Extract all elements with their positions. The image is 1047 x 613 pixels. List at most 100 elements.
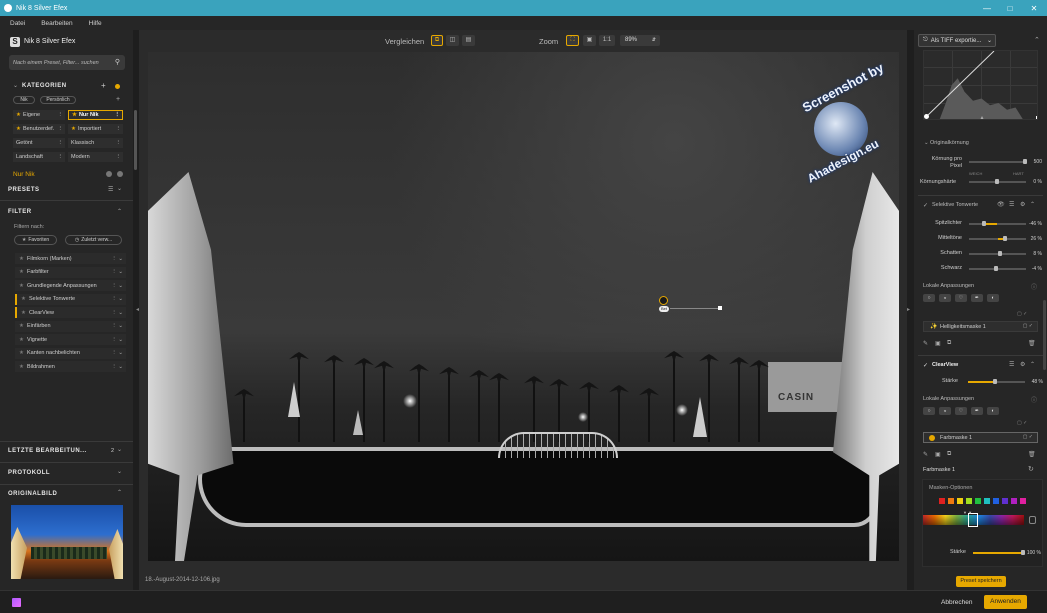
copy-icon[interactable]: ▣: [935, 451, 941, 458]
category-klassisch[interactable]: Klassisch ⋮: [68, 138, 123, 148]
tone-slider-knob[interactable]: [982, 221, 987, 226]
menu-datei[interactable]: Datei: [10, 20, 25, 27]
hue-selector[interactable]: [968, 513, 978, 527]
chevron-up-icon[interactable]: ⌃: [117, 208, 122, 215]
trash-icon[interactable]: 🗑: [1028, 451, 1036, 458]
star-icon[interactable]: ★: [19, 269, 24, 275]
chevron-down-icon[interactable]: ⌄: [13, 82, 18, 89]
collapse-icon[interactable]: ▢ ✓: [1017, 311, 1027, 317]
color-mask-row[interactable]: Farbmaske 1 ▢ ✓: [923, 432, 1038, 443]
eye-icon[interactable]: 👁: [997, 201, 1005, 208]
maximize-button[interactable]: □: [998, 0, 1022, 16]
pen-icon[interactable]: ✒: [971, 294, 983, 302]
fill-screen-icon[interactable]: ▣: [583, 35, 596, 46]
menu-icon[interactable]: ☰: [1009, 201, 1014, 208]
filter-item[interactable]: ★ ClearView ⋮ ⌄: [15, 307, 126, 318]
filter-item[interactable]: ★ Einfärben ⋮ ⌄: [15, 320, 126, 332]
trash-icon[interactable]: 🗑: [1028, 340, 1036, 347]
export-dropdown[interactable]: ⎋ Als TIFF exportie... ⌄: [918, 34, 996, 47]
more-icon[interactable]: ⋮: [58, 154, 64, 160]
pen-icon[interactable]: ✒: [971, 407, 983, 415]
menu-hilfe[interactable]: Hilfe: [89, 20, 102, 27]
more-icon[interactable]: ⋮: [58, 112, 64, 118]
mask-globe-icon[interactable]: ◐: [987, 407, 999, 415]
color-swatch[interactable]: [1011, 498, 1017, 504]
category-eigene[interactable]: ★ Eigene ⋮: [13, 110, 65, 120]
filter-options-icon[interactable]: ⋮ ⌄: [111, 283, 123, 289]
category-get-nt[interactable]: Getönt ⋮: [13, 138, 65, 148]
favorites-button[interactable]: ★ Favoriten: [14, 235, 57, 245]
copy-icon[interactable]: ▣: [935, 340, 941, 347]
mask-check-icon[interactable]: ▢ ✓: [1023, 323, 1033, 329]
control-point[interactable]: [659, 296, 668, 305]
tag-nik[interactable]: Nik: [13, 96, 35, 104]
add-circle-icon[interactable]: [106, 171, 112, 177]
more-icon[interactable]: ⋮: [58, 140, 64, 146]
filter-item[interactable]: ★ Filmkorn (Marken) ⋮ ⌄: [15, 253, 126, 264]
collapse-left-icon[interactable]: ◂: [136, 306, 139, 313]
chevron-up-icon[interactable]: ⌃: [1030, 201, 1035, 208]
help-icon[interactable]: ⓘ: [1031, 282, 1037, 291]
close-button[interactable]: ✕: [1022, 0, 1046, 16]
chevron-down-icon[interactable]: ⌄: [117, 446, 122, 453]
lasso-icon[interactable]: ♡: [955, 294, 967, 302]
search-input[interactable]: Nach einem Preset, Filter... suchen ⚲: [9, 55, 125, 70]
options-circle-icon[interactable]: [117, 171, 123, 177]
hue-spectrum[interactable]: [923, 513, 1024, 527]
menu-icon[interactable]: ☰: [1009, 361, 1014, 368]
color-swatch[interactable]: [1020, 498, 1026, 504]
gear-icon[interactable]: ⚙: [1020, 201, 1025, 208]
star-icon[interactable]: ★: [21, 296, 26, 302]
star-icon[interactable]: ★: [19, 256, 24, 262]
midpoint-marker[interactable]: [980, 116, 984, 119]
add-tag-icon[interactable]: +: [116, 96, 120, 103]
color-swatch[interactable]: [1002, 498, 1008, 504]
mask-check-icon[interactable]: ▢ ✓: [1023, 434, 1033, 440]
chevron-down-icon[interactable]: ⌄: [117, 185, 122, 192]
collapse-right-icon[interactable]: ▸: [907, 306, 910, 313]
brush-icon[interactable]: ○: [923, 407, 935, 415]
apply-button[interactable]: Anwenden: [984, 595, 1027, 609]
filter-item[interactable]: ★ Bildrahmen ⋮ ⌄: [15, 361, 126, 372]
star-icon[interactable]: ★: [19, 350, 24, 356]
menu-bearbeiten[interactable]: Bearbeiten: [41, 20, 72, 27]
zoom-select[interactable]: 89% ⇵: [620, 35, 660, 46]
gradient-icon[interactable]: ◒: [939, 294, 951, 302]
filter-options-icon[interactable]: ⋮ ⌄: [111, 296, 123, 302]
color-swatch[interactable]: [984, 498, 990, 504]
star-icon[interactable]: ★: [19, 337, 24, 343]
right-scrollbar[interactable]: [1043, 300, 1046, 370]
help-icon[interactable]: ⓘ: [1031, 395, 1037, 404]
main-image[interactable]: CASIN Bet Screenshot by Ahadesign.eu: [148, 52, 899, 561]
color-swatch[interactable]: [993, 498, 999, 504]
filter-options-icon[interactable]: ⋮ ⌄: [111, 350, 123, 356]
mask-globe-icon[interactable]: ◐: [987, 294, 999, 302]
color-swatch[interactable]: [966, 498, 972, 504]
collapse-icon[interactable]: ▢ ✓: [1017, 420, 1027, 426]
filter-item[interactable]: ★ Selektive Tonwerte ⋮ ⌄: [15, 293, 126, 305]
more-icon[interactable]: ⋮: [116, 140, 122, 146]
tone-curve[interactable]: [923, 50, 1038, 120]
filter-options-icon[interactable]: ⋮ ⌄: [111, 337, 123, 343]
more-icon[interactable]: ⋮: [116, 154, 122, 160]
color-swatch[interactable]: [939, 498, 945, 504]
category-landschaft[interactable]: Landschaft ⋮: [13, 152, 65, 162]
color-swatch[interactable]: [948, 498, 954, 504]
curve-point-black[interactable]: [924, 114, 929, 119]
control-point-label[interactable]: Bet: [659, 306, 669, 312]
tone-slider[interactable]: [969, 223, 1026, 225]
category-nur-nik[interactable]: ★ Nur Nik ⋮: [68, 110, 123, 120]
range-markers[interactable]: ▼ ▼: [963, 510, 972, 515]
category-benutzerdef-[interactable]: ★ Benutzerdef. ⋮: [13, 124, 65, 134]
brush-icon[interactable]: ○: [923, 294, 935, 302]
star-icon[interactable]: ★: [19, 323, 24, 329]
check-icon[interactable]: ✓: [923, 362, 928, 369]
lock-icon[interactable]: [1029, 516, 1036, 524]
star-icon[interactable]: ★: [19, 283, 24, 289]
duplicate-icon[interactable]: ⧉: [947, 340, 951, 347]
zoom-1-1-button[interactable]: 1:1: [599, 35, 615, 46]
check-icon[interactable]: ✓: [923, 202, 928, 209]
reset-icon[interactable]: ↻: [1028, 465, 1034, 473]
filter-options-icon[interactable]: ⋮ ⌄: [111, 310, 123, 316]
filter-item[interactable]: ★ Farbfilter ⋮ ⌄: [15, 266, 126, 278]
